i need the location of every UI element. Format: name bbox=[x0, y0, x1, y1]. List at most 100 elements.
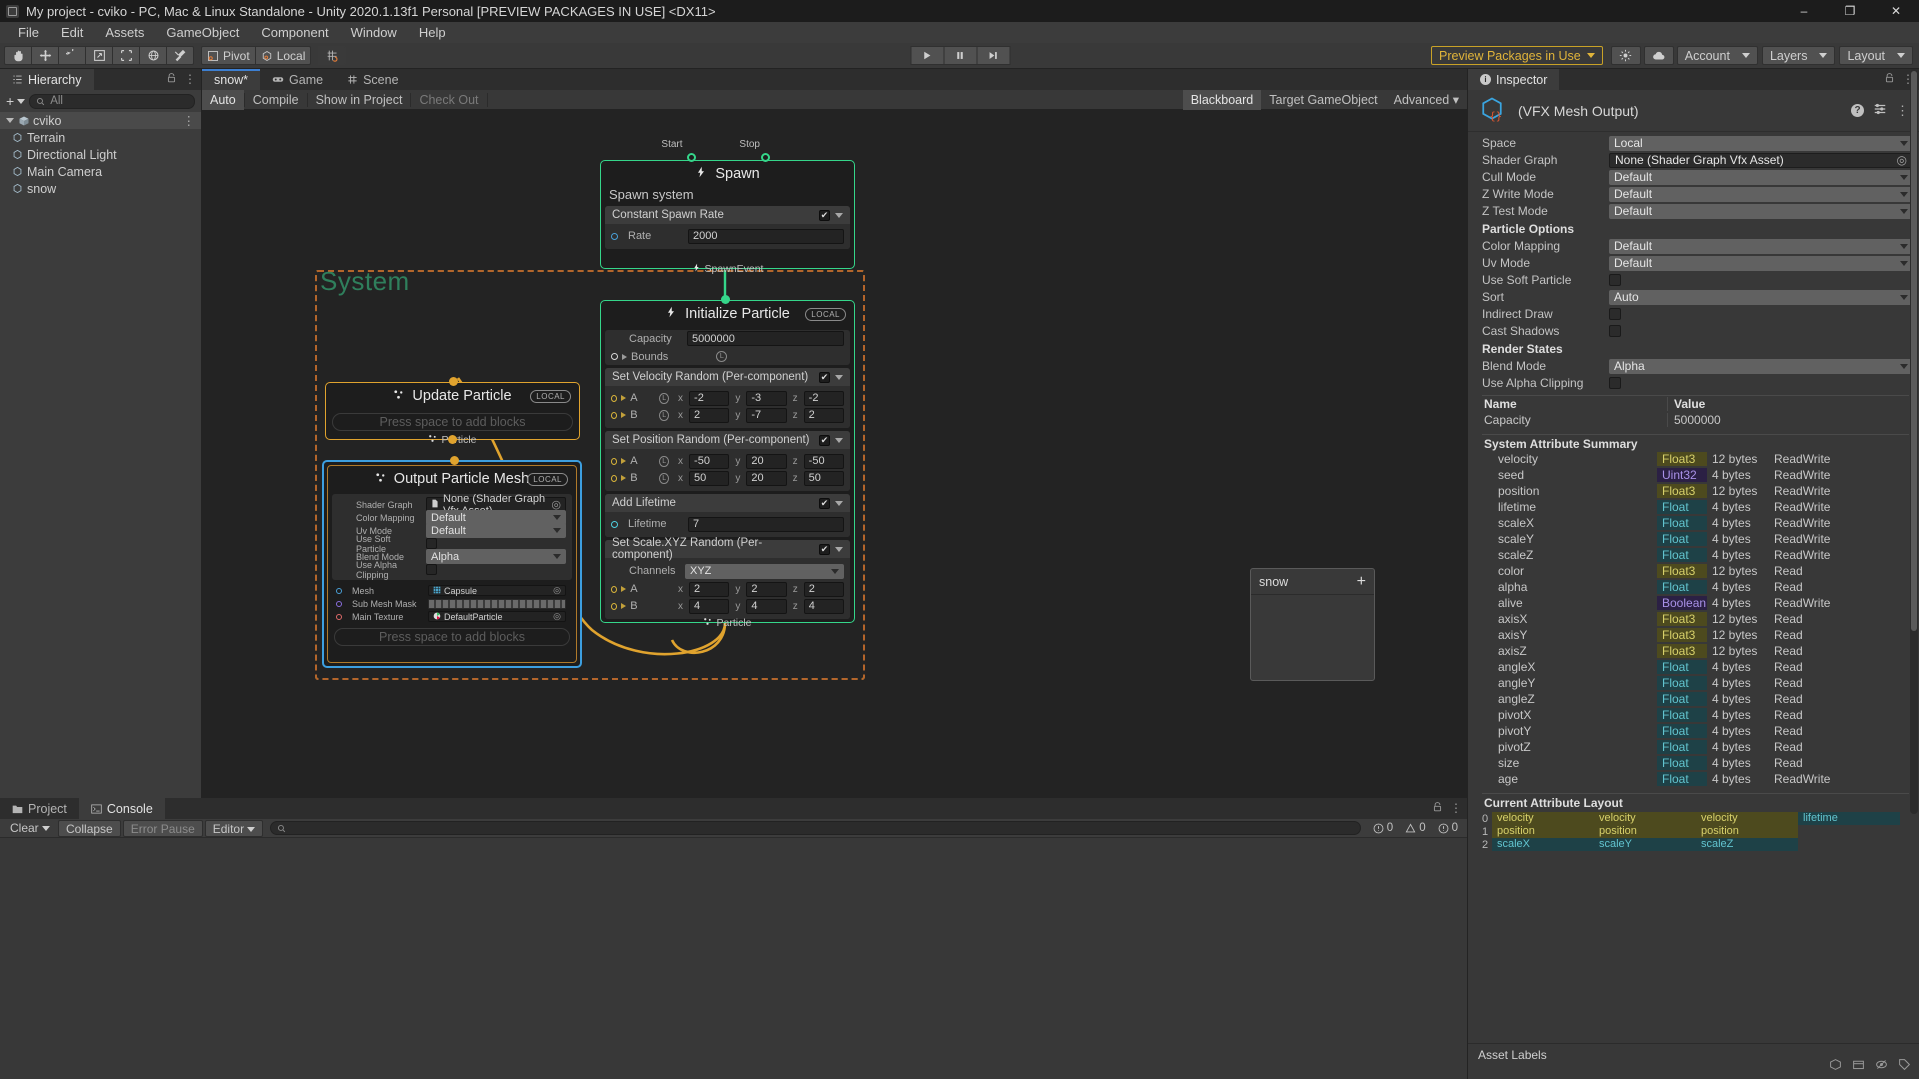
pause-button[interactable] bbox=[943, 46, 977, 65]
vector-z-input[interactable]: -2 bbox=[803, 390, 844, 406]
play-button[interactable] bbox=[910, 46, 944, 65]
vfx-toolbar-advanced[interactable]: Advanced ▾ bbox=[1386, 90, 1467, 110]
console-error-pause-button[interactable]: Error Pause bbox=[122, 819, 203, 837]
vector-z-input[interactable]: 4 bbox=[803, 598, 845, 614]
menu-item-assets[interactable]: Assets bbox=[94, 22, 155, 43]
menu-item-window[interactable]: Window bbox=[340, 22, 408, 43]
output-add-blocks-placeholder[interactable]: Press space to add blocks bbox=[334, 628, 570, 646]
rate-input[interactable]: 2000 bbox=[688, 228, 844, 244]
scale-icon[interactable] bbox=[85, 46, 113, 65]
property-object-field[interactable]: None (Shader Graph Vfx Asset) ◎ bbox=[1609, 152, 1913, 168]
lock-icon[interactable] bbox=[1432, 801, 1443, 816]
bundle-icon[interactable] bbox=[1829, 1058, 1842, 1074]
hierarchy-search-input[interactable]: All bbox=[29, 93, 195, 109]
rect-icon[interactable] bbox=[112, 46, 140, 65]
more-options-icon[interactable]: ⋮ bbox=[1896, 103, 1909, 119]
block-set-scale-xyz-random-per-component[interactable]: Set Scale.XYZ Random (Per-component) ✔ C… bbox=[605, 537, 850, 619]
chevron-down-icon[interactable] bbox=[835, 500, 843, 506]
console-log-count[interactable]: 0 bbox=[1367, 822, 1399, 834]
vector-input-port[interactable] bbox=[611, 411, 618, 419]
console-warning-count[interactable]: 0 bbox=[1399, 822, 1431, 834]
bounds-space-icon[interactable]: L bbox=[716, 351, 728, 362]
expand-triangle-icon[interactable] bbox=[621, 475, 627, 481]
block-enabled-checkbox[interactable]: ✔ bbox=[819, 209, 830, 221]
blackboard-panel[interactable]: snow + bbox=[1250, 568, 1375, 681]
chevron-down-icon[interactable] bbox=[835, 212, 843, 218]
custom-tool-icon[interactable] bbox=[166, 46, 194, 65]
capacity-input[interactable]: 5000000 bbox=[687, 331, 844, 346]
rate-input-port[interactable] bbox=[611, 232, 618, 240]
slot-object-input[interactable]: Capsule ◎ bbox=[428, 585, 566, 596]
tab-snow[interactable]: snow* bbox=[202, 69, 261, 90]
visibility-icon[interactable] bbox=[1875, 1058, 1888, 1074]
vector-y-input[interactable]: 4 bbox=[746, 598, 787, 614]
chevron-down-icon[interactable] bbox=[835, 374, 843, 380]
space-icon[interactable]: L bbox=[659, 392, 670, 404]
block-set-velocity-random-per-component[interactable]: Set Velocity Random (Per-component) ✔ A … bbox=[605, 368, 850, 428]
more-options-icon[interactable]: ⋮ bbox=[183, 113, 196, 128]
expand-triangle-icon[interactable] bbox=[621, 458, 627, 464]
property-dropdown[interactable]: Auto bbox=[1609, 289, 1913, 305]
vector-input-port[interactable] bbox=[611, 394, 618, 402]
more-options-icon[interactable]: ⋮ bbox=[184, 72, 196, 87]
vfx-graph-canvas[interactable]: System Start Stop Spawn Spawn system Con… bbox=[202, 110, 1467, 798]
vector-y-input[interactable]: 20 bbox=[746, 470, 787, 486]
output-space-badge[interactable]: LOCAL bbox=[527, 473, 568, 486]
field-checkbox[interactable] bbox=[426, 538, 437, 549]
slot-input-port[interactable] bbox=[336, 613, 342, 620]
update-add-blocks-placeholder[interactable]: Press space to add blocks bbox=[332, 413, 573, 431]
console-clear-button[interactable]: Clear bbox=[3, 820, 57, 837]
property-dropdown[interactable]: Alpha bbox=[1609, 358, 1913, 374]
output-in-port[interactable] bbox=[450, 456, 459, 465]
chevron-down-icon[interactable] bbox=[835, 437, 843, 443]
update-space-badge[interactable]: LOCAL bbox=[530, 390, 571, 403]
pivot-toggle[interactable]: Pivot bbox=[201, 46, 256, 65]
slot-input-port[interactable] bbox=[336, 587, 342, 594]
tab-hierarchy[interactable]: Hierarchy bbox=[0, 69, 94, 90]
object-picker-icon[interactable]: ◎ bbox=[1897, 153, 1907, 167]
vector-x-input[interactable]: -2 bbox=[689, 390, 730, 406]
space-icon[interactable]: L bbox=[659, 409, 670, 421]
rotate-icon[interactable] bbox=[58, 46, 86, 65]
add-gameobject-button[interactable]: + bbox=[6, 93, 26, 109]
vfx-toolbar-auto[interactable]: Auto bbox=[202, 89, 244, 110]
console-collapse-button[interactable]: Collapse bbox=[58, 819, 121, 837]
archive-icon[interactable] bbox=[1852, 1058, 1865, 1074]
expand-triangle-icon[interactable] bbox=[6, 118, 14, 123]
space-icon[interactable]: L bbox=[659, 472, 670, 484]
hand-icon[interactable] bbox=[4, 46, 32, 65]
channels-dropdown[interactable]: XYZ bbox=[685, 563, 844, 579]
expand-triangle-icon[interactable] bbox=[622, 353, 627, 360]
spawn-system-name[interactable]: Spawn system bbox=[601, 187, 854, 204]
property-checkbox[interactable] bbox=[1609, 377, 1621, 389]
field-checkbox[interactable] bbox=[426, 564, 437, 575]
initialize-space-badge[interactable]: LOCAL bbox=[805, 308, 846, 321]
vector-input-port[interactable] bbox=[611, 457, 618, 465]
vfx-toolbar-show-in-project[interactable]: Show in Project bbox=[308, 90, 411, 110]
move-icon[interactable] bbox=[31, 46, 59, 65]
chevron-down-icon[interactable] bbox=[835, 546, 843, 552]
vector-x-input[interactable]: 2 bbox=[689, 407, 730, 423]
tab-project[interactable]: Project bbox=[0, 798, 79, 819]
local-toggle[interactable]: Local bbox=[254, 46, 312, 65]
node-spawn[interactable]: Start Stop Spawn Spawn system Constant S… bbox=[600, 139, 855, 275]
menu-item-file[interactable]: File bbox=[7, 22, 50, 43]
block-constant-spawn-rate[interactable]: Constant Spawn Rate ✔ Rate 2000 bbox=[605, 206, 850, 249]
field-dropdown[interactable]: Default bbox=[426, 523, 566, 538]
close-button[interactable]: ✕ bbox=[1873, 0, 1919, 22]
blackboard-add-button[interactable]: + bbox=[1357, 573, 1366, 591]
step-button[interactable] bbox=[976, 46, 1010, 65]
slot-object-input[interactable]: DefaultParticle ◎ bbox=[428, 611, 566, 622]
vector-y-input[interactable]: 20 bbox=[746, 453, 787, 469]
layout-button[interactable]: Layout bbox=[1839, 46, 1913, 65]
vector-x-input[interactable]: 2 bbox=[689, 581, 730, 597]
account-button[interactable]: Account bbox=[1676, 46, 1758, 65]
grid-snap-icon[interactable] bbox=[318, 46, 347, 65]
vector-z-input[interactable]: -50 bbox=[803, 453, 844, 469]
hierarchy-item-snow[interactable]: snow bbox=[0, 180, 201, 197]
preview-packages-button[interactable]: Preview Packages in Use bbox=[1431, 46, 1603, 65]
object-picker-icon[interactable]: ◎ bbox=[553, 611, 561, 622]
block-enabled-checkbox[interactable]: ✔ bbox=[819, 371, 830, 383]
property-dropdown[interactable]: Default bbox=[1609, 255, 1913, 271]
block-enabled-checkbox[interactable]: ✔ bbox=[819, 434, 830, 446]
